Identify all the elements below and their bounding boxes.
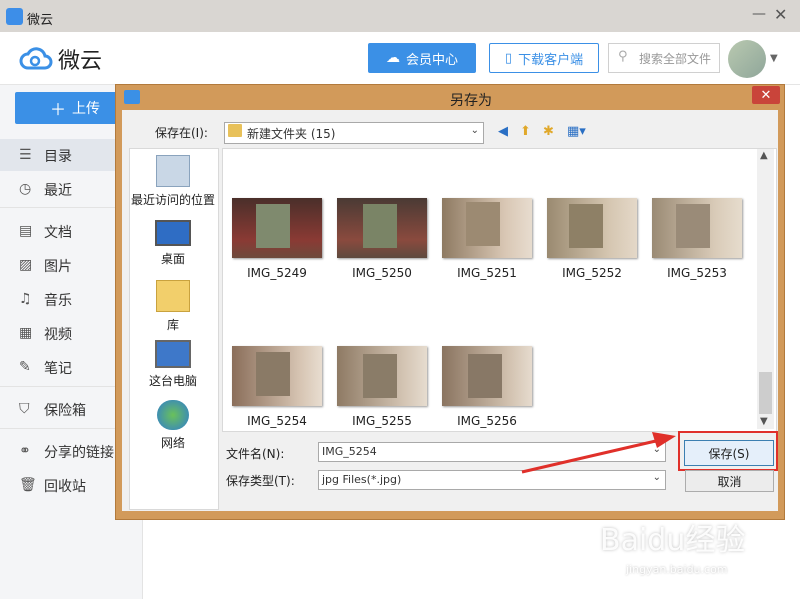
file-name[interactable]: IMG_5254 — [227, 414, 327, 428]
scrollbar-thumb[interactable] — [759, 372, 772, 414]
chevron-down-icon: ⌄ — [652, 444, 661, 455]
baidu-watermark-url: jingyan.baidu.com — [626, 563, 728, 576]
sidebar-item-label: 图片 — [44, 259, 72, 275]
file-name[interactable]: IMG_5249 — [227, 266, 327, 280]
chevron-down-icon[interactable]: ▼ — [770, 53, 778, 64]
file-name-label: 文件名(N): — [226, 447, 285, 461]
file-thumbnail[interactable] — [442, 198, 532, 258]
document-icon: ▤ — [19, 223, 33, 239]
sidebar-item-label: 最近 — [44, 183, 72, 199]
app-title: 微云 — [27, 13, 54, 28]
sidebar-item-label: 笔记 — [44, 361, 72, 377]
close-window-button[interactable]: ✕ — [774, 5, 790, 24]
place-label: 库 — [166, 318, 179, 332]
image-icon: ▨ — [19, 257, 33, 273]
file-thumbnail[interactable] — [652, 198, 742, 258]
place-label: 桌面 — [160, 252, 185, 266]
folder-icon — [228, 124, 242, 137]
save-button[interactable]: 保存(S) — [684, 440, 774, 466]
file-name[interactable]: IMG_5252 — [542, 266, 642, 280]
computer-icon — [155, 340, 191, 368]
file-name[interactable]: IMG_5251 — [437, 266, 537, 280]
dialog-title: 另存为 — [450, 93, 492, 109]
back-icon[interactable]: ◀ — [498, 124, 516, 140]
scroll-down-icon[interactable]: ▼ — [760, 416, 768, 427]
recent-places-icon — [156, 155, 190, 187]
file-name-input[interactable]: IMG_5254 ⌄ — [318, 442, 666, 462]
new-folder-icon[interactable]: ✱ — [543, 124, 561, 140]
search-icon: ⚲ — [618, 49, 628, 64]
network-icon — [157, 400, 189, 430]
app-title-bar — [0, 0, 800, 32]
sidebar-item-label: 视频 — [44, 327, 72, 343]
place-label: 这台电脑 — [148, 374, 197, 388]
logo-text: 微云 — [58, 49, 103, 74]
vip-center-label: 会员中心 — [405, 52, 458, 68]
place-desktop[interactable]: 桌面 — [129, 220, 217, 267]
weiyun-app-icon — [6, 8, 23, 25]
user-avatar[interactable] — [728, 40, 766, 78]
share-link-icon: ⚭ — [19, 443, 31, 459]
plus-icon: ＋ — [49, 100, 66, 119]
baidu-watermark: Baidu经验 — [600, 523, 746, 558]
file-thumbnail[interactable] — [442, 346, 532, 406]
sidebar-item-label: 保险箱 — [44, 403, 86, 419]
phone-icon: ▯ — [504, 50, 513, 66]
file-type-value: jpg Files(*.jpg) — [322, 473, 402, 486]
dialog-close-button[interactable]: ✕ — [752, 86, 780, 104]
file-name[interactable]: IMG_5253 — [647, 266, 747, 280]
scroll-up-icon[interactable]: ▲ — [760, 150, 768, 161]
place-this-pc[interactable]: 这台电脑 — [129, 340, 217, 389]
shield-icon: ⛉ — [19, 401, 30, 417]
list-icon: ☰ — [19, 147, 32, 163]
sidebar-item-label: 音乐 — [44, 293, 72, 309]
music-icon: ♫ — [19, 291, 32, 307]
file-name-value: IMG_5254 — [322, 445, 377, 458]
place-recent-locations[interactable]: 最近访问的位置 — [129, 155, 217, 208]
sidebar-item-label: 回收站 — [44, 479, 86, 495]
file-name[interactable]: IMG_5256 — [437, 414, 537, 428]
file-name[interactable]: IMG_5250 — [332, 266, 432, 280]
search-input[interactable]: ⚲ 搜索全部文件 — [608, 43, 720, 73]
video-icon: ▦ — [19, 325, 33, 341]
save-in-label: 保存在(I): — [155, 126, 208, 140]
desktop-icon — [155, 220, 191, 246]
trash-icon: 🗑 — [19, 477, 37, 493]
cloud-vip-icon: ☁ — [385, 50, 400, 66]
vip-center-button[interactable]: ☁ 会员中心 — [368, 43, 476, 73]
file-type-dropdown[interactable]: jpg Files(*.jpg) ⌄ — [318, 470, 666, 490]
search-placeholder: 搜索全部文件 — [639, 52, 712, 66]
download-client-label: 下载客户端 — [518, 52, 584, 68]
place-label: 网络 — [160, 436, 185, 450]
minimize-button[interactable]: — — [752, 6, 766, 24]
file-thumbnail[interactable] — [337, 346, 427, 406]
upload-label: 上传 — [72, 101, 100, 117]
chevron-down-icon: ⌄ — [470, 125, 479, 136]
sidebar-item-label: 分享的链接 — [44, 445, 114, 461]
place-label: 最近访问的位置 — [130, 193, 215, 207]
weiyun-dialog-icon — [124, 90, 140, 104]
file-thumbnail[interactable] — [337, 198, 427, 258]
save-in-value: 新建文件夹 (15) — [247, 127, 336, 141]
file-name[interactable]: IMG_5255 — [332, 414, 432, 428]
clock-icon: ◷ — [19, 181, 32, 197]
download-client-button[interactable]: ▯ 下载客户端 — [489, 43, 599, 73]
view-menu-icon[interactable]: ▦▾ — [567, 124, 595, 140]
sidebar-item-label: 文档 — [44, 225, 72, 241]
file-thumbnail[interactable] — [232, 346, 322, 406]
cloud-logo-icon — [19, 47, 53, 70]
place-library[interactable]: 库 — [129, 280, 217, 333]
chevron-down-icon: ⌄ — [652, 472, 661, 483]
file-thumbnail[interactable] — [547, 198, 637, 258]
file-thumbnail[interactable] — [232, 198, 322, 258]
place-network[interactable]: 网络 — [129, 400, 217, 451]
file-type-label: 保存类型(T): — [226, 474, 295, 488]
up-folder-icon[interactable]: ⬆ — [520, 124, 538, 140]
library-icon — [156, 280, 190, 312]
note-icon: ✎ — [19, 359, 31, 375]
save-in-dropdown[interactable]: 新建文件夹 (15) ⌄ — [224, 122, 484, 144]
cancel-button[interactable]: 取消 — [685, 470, 774, 492]
sidebar-item-label: 目录 — [44, 149, 72, 165]
